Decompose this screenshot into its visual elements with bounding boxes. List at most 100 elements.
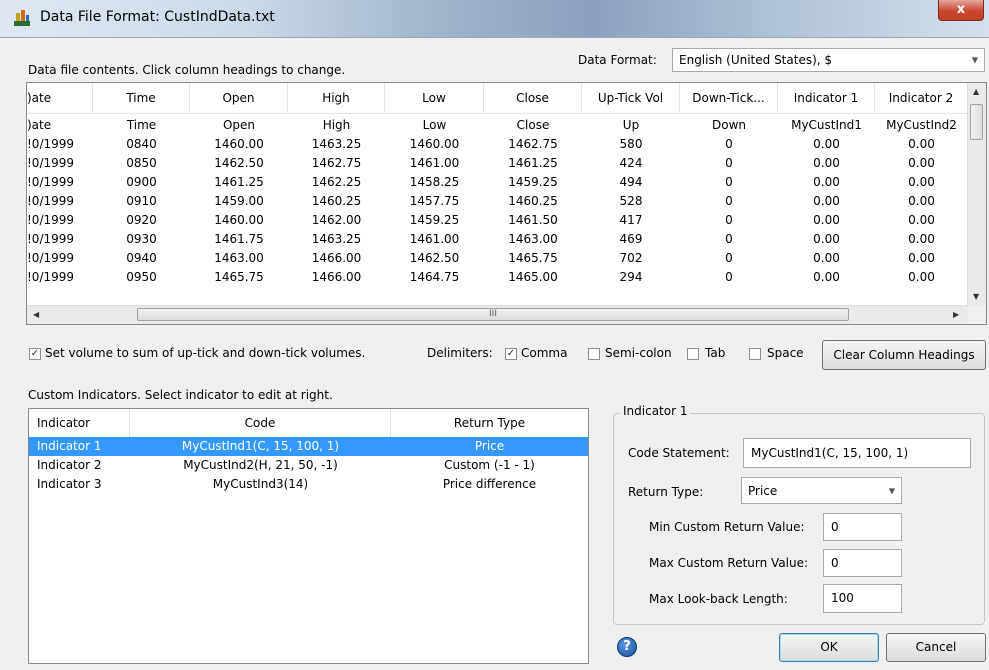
table-cell: )ate: [27, 118, 52, 132]
table-cell: MyCustInd2: [886, 118, 957, 132]
table-cell: 580: [619, 137, 643, 151]
list-item[interactable]: Indicator 1 MyCustInd1(C, 15, 100, 1) Pric…: [29, 437, 588, 456]
table-row: )ate Time Open High Low Close Up Down MyCustInd1…: [27, 116, 968, 135]
column-heading-open[interactable]: Open: [190, 83, 288, 113]
column-heading-indicator-1[interactable]: Indicator 1: [778, 83, 875, 113]
column-heading-high[interactable]: High: [288, 83, 385, 113]
column-heading-close[interactable]: Close: [484, 83, 582, 113]
list-heading-code[interactable]: Code: [130, 409, 391, 437]
max-lookback-input[interactable]: 100: [823, 584, 902, 613]
max-custom-return-input[interactable]: 0: [823, 549, 902, 577]
table-cell: 1462.75: [311, 156, 362, 170]
scroll-corner: [968, 306, 986, 324]
table-cell: 0.00: [908, 213, 935, 227]
vertical-scrollbar[interactable]: ▲ ▼: [967, 83, 986, 306]
app-icon: [14, 10, 30, 26]
table-cell: 0: [725, 213, 733, 227]
table-cell: 1461.25: [508, 156, 558, 170]
scroll-down-icon[interactable]: ▼: [973, 292, 979, 301]
table-cell: 0.00: [908, 251, 935, 265]
window-title: Data File Format: CustIndData.txt: [40, 9, 275, 25]
cancel-button[interactable]: Cancel: [886, 633, 986, 662]
clear-column-headings-button[interactable]: Clear Column Headings: [822, 340, 986, 370]
space-checkbox[interactable]: [749, 348, 761, 360]
table-cell: 1462.50: [214, 156, 264, 170]
scroll-grip: III: [489, 309, 497, 319]
semicolon-checkbox[interactable]: [588, 348, 600, 360]
table-cell: !0/1999: [27, 213, 75, 227]
table-row: !0/1999 0930 1461.75 1463.25 1461.00 1463.00 4…: [27, 230, 968, 249]
semicolon-label: Semi-colon: [605, 346, 672, 360]
scroll-left-icon[interactable]: ◀: [33, 310, 39, 319]
column-heading-time[interactable]: Time: [93, 83, 190, 113]
scroll-right-icon[interactable]: ▶: [953, 310, 959, 319]
list-heading-indicator[interactable]: Indicator: [29, 409, 130, 437]
chevron-down-icon: ▼: [888, 486, 895, 495]
table-cell: 0: [725, 175, 733, 189]
table-row: !0/1999 0840 1460.00 1463.25 1460.00 1462.75 5…: [27, 135, 968, 154]
column-heading-low[interactable]: Low: [385, 83, 484, 113]
table-cell: 1462.25: [311, 175, 362, 189]
table-row: !0/1999 0900 1461.25 1462.25 1458.25 1459.25 4…: [27, 173, 968, 192]
grid-header: )ate Time Open High Low Close Up-Tick Vo…: [27, 83, 968, 114]
list-heading-return-type[interactable]: Return Type: [391, 409, 588, 437]
table-row: !0/1999 0940 1463.00 1466.00 1462.50 1465.75 7…: [27, 249, 968, 268]
table-cell: 0.00: [813, 232, 840, 246]
table-cell: 1459.25: [508, 175, 558, 189]
list-cell: Custom (-1 - 1): [444, 458, 535, 472]
table-row: !0/1999 0910 1459.00 1460.25 1457.75 1460.25 5…: [27, 192, 968, 211]
vertical-scroll-thumb[interactable]: [970, 104, 983, 140]
comma-checkbox[interactable]: ✓: [505, 348, 517, 360]
table-cell: !0/1999: [27, 137, 75, 151]
table-cell: 1461.00: [409, 232, 460, 246]
table-cell: 702: [619, 251, 643, 265]
column-heading-down-tick[interactable]: Down-Tick...: [680, 83, 778, 113]
list-item[interactable]: Indicator 2 MyCustInd2(H, 21, 50, -1) Cust…: [29, 456, 588, 475]
list-cell: MyCustInd1(C, 15, 100, 1): [181, 439, 340, 453]
table-cell: 0920: [126, 213, 157, 227]
help-icon[interactable]: ?: [617, 637, 637, 657]
tab-checkbox[interactable]: [687, 348, 699, 360]
table-cell: 1461.25: [214, 175, 264, 189]
table-cell: 0910: [126, 194, 157, 208]
table-cell: 1460.00: [214, 137, 264, 151]
table-cell: 1466.00: [311, 251, 362, 265]
table-cell: 0.00: [908, 270, 935, 284]
code-statement-input[interactable]: MyCustInd1(C, 15, 100, 1): [743, 438, 971, 468]
column-heading-date[interactable]: )ate: [27, 83, 93, 113]
table-cell: !0/1999: [27, 156, 75, 170]
table-cell: High: [322, 118, 351, 132]
table-cell: 0.00: [813, 194, 840, 208]
table-cell: 0.00: [908, 232, 935, 246]
table-cell: 494: [619, 175, 643, 189]
max-lookback-label: Max Look-back Length:: [649, 592, 788, 606]
data-format-select[interactable]: English (United States), $ ▼: [672, 48, 985, 72]
table-cell: 1463.00: [508, 232, 558, 246]
table-cell: 1460.25: [311, 194, 362, 208]
table-cell: 1463.00: [214, 251, 264, 265]
ok-button[interactable]: OK: [779, 633, 879, 662]
table-cell: 1461.00: [409, 156, 460, 170]
horizontal-scrollbar[interactable]: ◀ III ▶: [27, 305, 968, 324]
table-cell: Up: [622, 118, 640, 132]
table-cell: 0.00: [908, 156, 935, 170]
data-format-label: Data Format:: [578, 53, 657, 67]
horizontal-scroll-thumb[interactable]: III: [137, 308, 849, 321]
set-volume-checkbox[interactable]: ✓: [29, 348, 41, 360]
close-button[interactable]: x: [938, 0, 984, 21]
table-cell: 0.00: [813, 213, 840, 227]
scroll-up-icon[interactable]: ▲: [973, 87, 979, 96]
column-heading-indicator-2[interactable]: Indicator 2: [875, 83, 968, 113]
column-heading-up-tick-vol[interactable]: Up-Tick Vol: [582, 83, 680, 113]
table-cell: 1463.25: [311, 232, 362, 246]
code-statement-label: Code Statement:: [628, 446, 730, 460]
list-item[interactable]: Indicator 3 MyCustInd3(14) Price differenc…: [29, 475, 588, 494]
table-cell: 0.00: [908, 175, 935, 189]
table-cell: !0/1999: [27, 251, 75, 265]
table-cell: 1458.25: [409, 175, 460, 189]
indicator-list[interactable]: Indicator Code Return Type Indicator 1 My…: [28, 408, 589, 664]
data-grid[interactable]: )ate Time Open High Low Close Up-Tick Vo…: [26, 82, 987, 325]
return-type-select[interactable]: Price ▼: [741, 477, 902, 504]
min-custom-return-input[interactable]: 0: [823, 513, 902, 541]
table-cell: 0: [725, 137, 733, 151]
